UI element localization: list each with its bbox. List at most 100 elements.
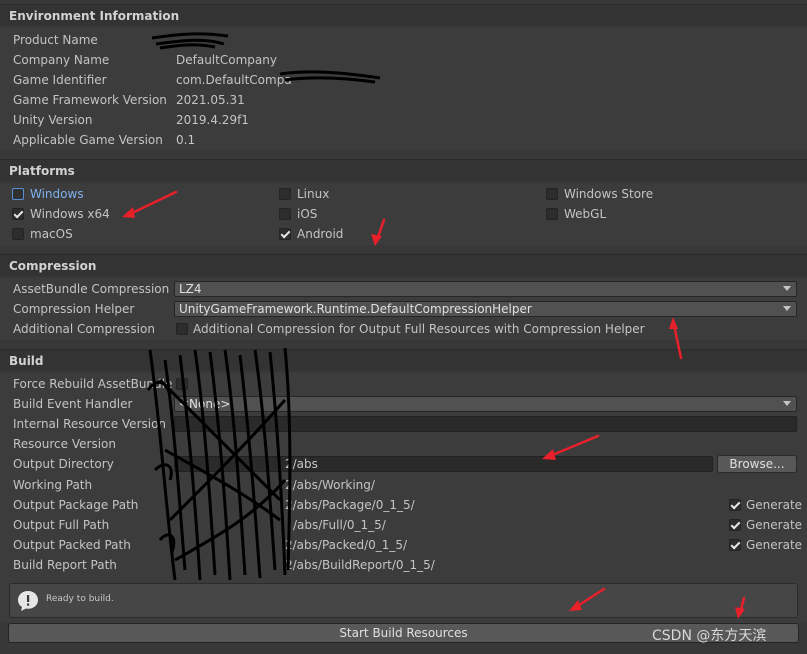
info-bubble-icon bbox=[18, 591, 38, 611]
internal-version-input[interactable] bbox=[174, 416, 797, 432]
event-handler-dropdown[interactable]: <None> bbox=[174, 396, 797, 412]
game-identifier-row: Game Identifier com.DefaultCompa bbox=[0, 70, 807, 90]
internal-version-label: Internal Resource Version bbox=[13, 417, 167, 431]
game-version-value: 0.1 bbox=[176, 133, 196, 147]
unity-version-label: Unity Version bbox=[13, 113, 93, 127]
assetbundle-compression-label: AssetBundle Compression bbox=[13, 282, 170, 296]
windows-checkbox[interactable] bbox=[12, 188, 24, 200]
ios-label[interactable]: iOS bbox=[297, 204, 317, 224]
additional-compression-checkbox-label[interactable]: Additional Compression for Output Full R… bbox=[193, 319, 645, 339]
status-help-box: Ready to build. bbox=[9, 583, 798, 618]
report-path-label: Build Report Path bbox=[13, 558, 117, 572]
working-path-row: Working Path 2/abs/Working/ bbox=[0, 475, 807, 495]
browse-button[interactable]: Browse... bbox=[717, 455, 797, 473]
macos-label[interactable]: macOS bbox=[30, 224, 73, 244]
framework-version-label: Game Framework Version bbox=[13, 93, 167, 107]
resource-version-row: Resource Version bbox=[0, 434, 807, 454]
output-directory-value: 2/abs bbox=[285, 457, 318, 471]
packed-path-value: 2/abs/Packed/0_1_5/ bbox=[285, 538, 408, 552]
game-identifier-label: Game Identifier bbox=[13, 73, 107, 87]
additional-compression-label: Additional Compression bbox=[13, 322, 155, 336]
webgl-label[interactable]: WebGL bbox=[564, 204, 606, 224]
platform-row-1: Windows Linux Windows Store bbox=[0, 184, 807, 204]
game-version-row: Applicable Game Version 0.1 bbox=[0, 130, 807, 150]
package-path-value: 2/abs/Package/0_1_5/ bbox=[285, 498, 415, 512]
company-name-label: Company Name bbox=[13, 53, 110, 67]
working-path-value: 2/abs/Working/ bbox=[285, 478, 375, 492]
internal-version-row: Internal Resource Version bbox=[0, 414, 807, 434]
android-label[interactable]: Android bbox=[297, 224, 343, 244]
linux-label[interactable]: Linux bbox=[297, 184, 329, 204]
packed-path-label: Output Packed Path bbox=[13, 538, 131, 552]
build-header: Build bbox=[0, 349, 807, 371]
platforms-header: Platforms bbox=[0, 159, 807, 181]
working-path-label: Working Path bbox=[13, 478, 93, 492]
full-path-row: Output Full Path /abs/Full/0_1_5/ Genera… bbox=[0, 515, 807, 535]
windows-x64-label[interactable]: Windows x64 bbox=[30, 204, 110, 224]
package-path-label: Output Package Path bbox=[13, 498, 139, 512]
unity-version-row: Unity Version 2019.4.29f1 bbox=[0, 110, 807, 130]
compression-helper-value: UnityGameFramework.Runtime.DefaultCompre… bbox=[179, 302, 532, 316]
unity-version-value: 2019.4.29f1 bbox=[176, 113, 249, 127]
assetbundle-compression-value: LZ4 bbox=[179, 282, 202, 296]
event-handler-label: Build Event Handler bbox=[13, 397, 133, 411]
assetbundle-compression-dropdown[interactable]: LZ4 bbox=[174, 281, 797, 297]
company-name-value: DefaultCompany bbox=[176, 53, 277, 67]
watermark: CSDN @东方天滨 bbox=[652, 628, 767, 644]
environment-panel: Product Name Company Name DefaultCompany… bbox=[0, 28, 807, 150]
report-path-row: Build Report Path 2/abs/BuildReport/0_1_… bbox=[0, 555, 807, 575]
additional-compression-checkbox[interactable] bbox=[176, 323, 188, 335]
output-directory-input[interactable]: 2/abs bbox=[174, 456, 713, 472]
force-rebuild-checkbox[interactable] bbox=[176, 378, 188, 390]
webgl-checkbox[interactable] bbox=[546, 208, 558, 220]
windows-store-checkbox[interactable] bbox=[546, 188, 558, 200]
windows-label[interactable]: Windows bbox=[30, 184, 84, 204]
compression-helper-dropdown[interactable]: UnityGameFramework.Runtime.DefaultCompre… bbox=[174, 301, 797, 317]
force-rebuild-row: Force Rebuild AssetBundle bbox=[0, 374, 807, 394]
package-generate-label[interactable]: Generate bbox=[746, 495, 802, 515]
force-rebuild-label: Force Rebuild AssetBundle bbox=[13, 377, 173, 391]
chevron-down-icon bbox=[783, 286, 791, 291]
package-path-row: Output Package Path 2/abs/Package/0_1_5/… bbox=[0, 495, 807, 515]
full-path-value: /abs/Full/0_1_5/ bbox=[293, 518, 386, 532]
full-generate-checkbox[interactable] bbox=[729, 519, 741, 531]
game-version-label: Applicable Game Version bbox=[13, 133, 163, 147]
chevron-down-icon bbox=[783, 401, 791, 406]
platforms-panel: Windows Linux Windows Store Windows x64 … bbox=[0, 183, 807, 245]
package-generate-checkbox[interactable] bbox=[729, 499, 741, 511]
android-checkbox[interactable] bbox=[279, 228, 291, 240]
chevron-down-icon bbox=[783, 306, 791, 311]
output-directory-row: Output Directory 2/abs Browse... bbox=[0, 454, 807, 474]
environment-header: Environment Information bbox=[0, 4, 807, 26]
product-name-label: Product Name bbox=[13, 33, 98, 47]
assetbundle-compression-row: AssetBundle Compression LZ4 bbox=[0, 279, 807, 299]
framework-version-value: 2021.05.31 bbox=[176, 93, 245, 107]
additional-compression-row: Additional Compression Additional Compre… bbox=[0, 319, 807, 339]
event-handler-value: <None> bbox=[179, 397, 231, 411]
packed-generate-label[interactable]: Generate bbox=[746, 535, 802, 555]
compression-header: Compression bbox=[0, 254, 807, 276]
packed-path-row: Output Packed Path 2/abs/Packed/0_1_5/ G… bbox=[0, 535, 807, 555]
compression-helper-row: Compression Helper UnityGameFramework.Ru… bbox=[0, 299, 807, 319]
windows-store-label[interactable]: Windows Store bbox=[564, 184, 653, 204]
output-directory-label: Output Directory bbox=[13, 457, 114, 471]
resource-version-label: Resource Version bbox=[13, 437, 116, 451]
packed-generate-checkbox[interactable] bbox=[729, 539, 741, 551]
linux-checkbox[interactable] bbox=[279, 188, 291, 200]
full-path-label: Output Full Path bbox=[13, 518, 110, 532]
windows-x64-checkbox[interactable] bbox=[12, 208, 24, 220]
product-name-row: Product Name bbox=[0, 30, 807, 50]
company-name-row: Company Name DefaultCompany bbox=[0, 50, 807, 70]
ios-checkbox[interactable] bbox=[279, 208, 291, 220]
event-handler-row: Build Event Handler <None> bbox=[0, 394, 807, 414]
full-generate-label[interactable]: Generate bbox=[746, 515, 802, 535]
game-identifier-value: com.DefaultCompa bbox=[176, 73, 292, 87]
macos-checkbox[interactable] bbox=[12, 228, 24, 240]
compression-helper-label: Compression Helper bbox=[13, 302, 135, 316]
platform-row-3: macOS Android bbox=[0, 224, 807, 244]
compression-panel: AssetBundle Compression LZ4 Compression … bbox=[0, 278, 807, 340]
platform-row-2: Windows x64 iOS WebGL bbox=[0, 204, 807, 224]
framework-version-row: Game Framework Version 2021.05.31 bbox=[0, 90, 807, 110]
report-path-value: 2/abs/BuildReport/0_1_5/ bbox=[285, 558, 435, 572]
status-message: Ready to build. bbox=[46, 594, 114, 604]
